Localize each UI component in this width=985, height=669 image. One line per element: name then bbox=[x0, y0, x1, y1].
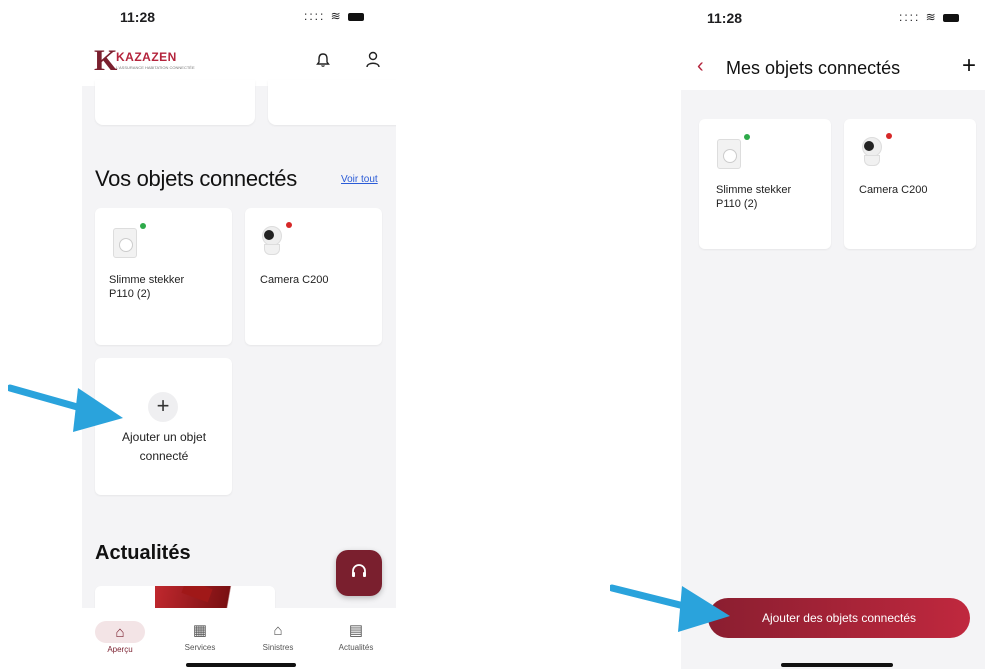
left-phone-screen: 11:28 :::: ≋ K KAZAZEN L'ASSURANCE HABIT… bbox=[82, 0, 396, 669]
support-fab[interactable] bbox=[336, 550, 382, 596]
nav-label: Sinistres bbox=[262, 643, 294, 652]
home-indicator bbox=[186, 663, 296, 667]
camera-icon bbox=[861, 137, 882, 166]
back-icon[interactable]: ‹ bbox=[697, 55, 704, 78]
add-devices-button[interactable]: Ajouter des objets connectés bbox=[708, 598, 970, 638]
status-time: 11:28 bbox=[120, 9, 156, 25]
status-icons: :::: ≋ bbox=[304, 9, 365, 23]
see-all-link[interactable]: Voir tout bbox=[341, 174, 378, 185]
home-icon: ⌂ bbox=[115, 624, 125, 641]
device-label: Camera C200 bbox=[859, 184, 928, 196]
smart-plug-icon bbox=[113, 228, 137, 258]
status-dot bbox=[140, 223, 146, 229]
news-icon: ▤ bbox=[348, 622, 364, 639]
bottom-nav: ⌂ Aperçu ▦ Services ⌂ Sinistres ▤ Actual… bbox=[82, 608, 396, 669]
device-card[interactable]: Slimme stekker P110 (2) bbox=[95, 208, 232, 345]
nav-item-services[interactable]: ▦ Services bbox=[170, 622, 230, 652]
arrow-annotation-right bbox=[610, 584, 730, 632]
add-plus-circle[interactable]: + bbox=[148, 392, 178, 422]
brand-tagline: L'ASSURANCE HABITATION CONNECTÉE bbox=[116, 65, 195, 70]
status-dot bbox=[286, 222, 292, 228]
status-dot bbox=[886, 133, 892, 139]
add-devices-button-label: Ajouter des objets connectés bbox=[761, 611, 917, 625]
status-bar: 11:28 :::: ≋ ‹ Mes objets connectés + bbox=[681, 0, 985, 90]
smart-plug-icon bbox=[717, 139, 741, 169]
battery-icon bbox=[348, 12, 365, 21]
status-dot bbox=[744, 134, 750, 140]
camera-icon bbox=[261, 226, 282, 255]
brand-name: KAZAZEN bbox=[116, 50, 177, 64]
plus-icon: + bbox=[156, 393, 170, 418]
house-claim-icon: ⌂ bbox=[273, 622, 283, 639]
news-title: Actualités bbox=[95, 542, 191, 564]
status-icons: :::: ≋ bbox=[899, 10, 960, 24]
top-card-right[interactable] bbox=[268, 80, 396, 125]
device-label: Slimme stekker P110 (2) bbox=[716, 184, 792, 210]
store-icon: ▦ bbox=[192, 622, 208, 639]
device-card[interactable]: Camera C200 bbox=[844, 119, 976, 249]
brand-logo[interactable]: K KAZAZEN L'ASSURANCE HABITATION CONNECT… bbox=[94, 44, 204, 78]
top-card-left[interactable] bbox=[95, 80, 255, 125]
brand-letter: K bbox=[94, 44, 118, 77]
arrow-annotation-left bbox=[8, 384, 123, 432]
device-card[interactable]: Camera C200 bbox=[245, 208, 382, 345]
nav-item-apercu[interactable]: ⌂ Aperçu bbox=[90, 624, 150, 654]
nav-label: Services bbox=[184, 643, 216, 652]
device-label: Camera C200 bbox=[260, 274, 329, 286]
nav-label: Aperçu bbox=[107, 645, 133, 654]
right-phone-screen: 11:28 :::: ≋ ‹ Mes objets connectés + Sl… bbox=[681, 0, 985, 669]
page-title: Mes objets connectés bbox=[726, 58, 901, 78]
battery-icon bbox=[943, 13, 960, 22]
app-header: K KAZAZEN L'ASSURANCE HABITATION CONNECT… bbox=[82, 36, 396, 86]
nav-item-sinistres[interactable]: ⌂ Sinistres bbox=[248, 622, 308, 652]
status-time: 11:28 bbox=[707, 10, 743, 26]
user-icon[interactable] bbox=[366, 51, 380, 68]
nav-label: Actualités bbox=[338, 643, 374, 652]
bell-icon[interactable] bbox=[316, 52, 330, 68]
device-card[interactable]: Slimme stekker P110 (2) bbox=[699, 119, 831, 249]
section-title: Vos objets connectés bbox=[95, 166, 297, 191]
device-label: Slimme stekker P110 (2) bbox=[109, 274, 185, 300]
add-icon[interactable]: + bbox=[962, 52, 976, 80]
nav-item-actualites[interactable]: ▤ Actualités bbox=[326, 622, 386, 652]
home-indicator bbox=[781, 663, 893, 667]
status-bar: 11:28 :::: ≋ bbox=[82, 0, 396, 36]
headset-icon bbox=[352, 564, 366, 577]
